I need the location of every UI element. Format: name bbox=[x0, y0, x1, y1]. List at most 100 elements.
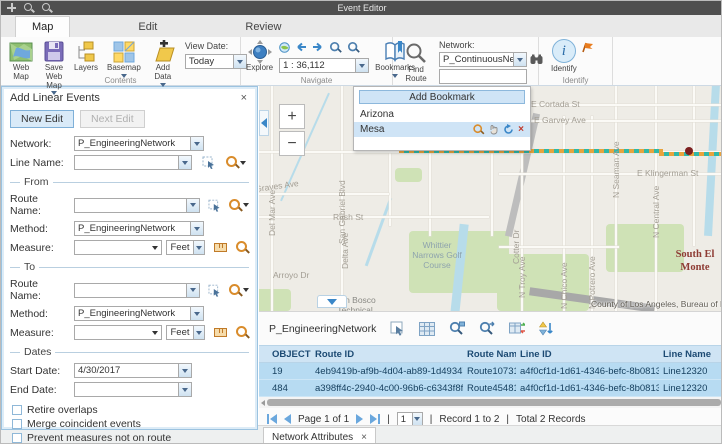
previous-page-button[interactable] bbox=[284, 414, 291, 424]
next-extent-icon[interactable] bbox=[312, 42, 324, 52]
flag-icon[interactable] bbox=[581, 41, 594, 53]
from-measure-spinner[interactable] bbox=[152, 246, 158, 250]
from-method-arrow[interactable] bbox=[190, 222, 203, 235]
end-date-arrow[interactable] bbox=[178, 383, 191, 396]
end-date-field[interactable] bbox=[74, 382, 192, 397]
tab-map[interactable]: Map bbox=[15, 16, 70, 37]
delete-bookmark-icon[interactable]: × bbox=[518, 124, 524, 135]
line-zoom-icon[interactable] bbox=[226, 156, 239, 169]
line-name-arrow[interactable] bbox=[178, 156, 191, 169]
select-route-on-map-icon[interactable] bbox=[208, 199, 222, 212]
network-dropdown-arrow[interactable] bbox=[513, 53, 526, 66]
related-records-icon[interactable] bbox=[509, 321, 525, 336]
from-method-field[interactable]: P_EngineeringNetwork bbox=[74, 221, 204, 236]
start-date-arrow[interactable] bbox=[178, 364, 191, 377]
select-features-icon[interactable] bbox=[390, 321, 405, 336]
line-name-field[interactable] bbox=[74, 155, 192, 170]
ribbon-zoom-out-icon[interactable] bbox=[348, 41, 359, 52]
panel-close-icon[interactable]: × bbox=[241, 92, 249, 104]
to-unit-arrow[interactable] bbox=[193, 326, 204, 339]
basemap-button[interactable]: Basemap bbox=[107, 40, 141, 78]
explore-button[interactable]: Explore bbox=[246, 40, 273, 78]
identify-button[interactable]: i Identify bbox=[551, 39, 577, 74]
column-header[interactable]: Line ID bbox=[516, 346, 659, 362]
from-route-zoom-icon[interactable] bbox=[229, 199, 242, 212]
first-page-button[interactable] bbox=[267, 414, 277, 424]
to-route-name-field[interactable] bbox=[74, 283, 200, 298]
map-zoom-out-button[interactable]: − bbox=[279, 131, 305, 156]
add-bookmark-button[interactable]: Add Bookmark bbox=[359, 90, 525, 104]
tab-network-attributes[interactable]: Network Attributes × bbox=[263, 427, 376, 444]
route-search-input[interactable] bbox=[439, 69, 527, 84]
table-row[interactable]: 19 4eb9419b-af9b-4d04-ab89-1d493476802b … bbox=[259, 363, 722, 380]
scroll-left-icon[interactable] bbox=[261, 400, 265, 406]
pan-to-selection-icon[interactable] bbox=[479, 321, 495, 336]
network-field[interactable]: P_EngineeringNetwork bbox=[74, 136, 204, 151]
line-zoom-menu-arrow[interactable] bbox=[240, 161, 246, 165]
to-measure-field[interactable] bbox=[74, 325, 162, 340]
to-measure-spinner[interactable] bbox=[152, 331, 158, 335]
bookmark-item-arizona[interactable]: Arizona bbox=[354, 107, 530, 122]
merge-coincident-checkbox[interactable] bbox=[12, 419, 22, 429]
table-icon[interactable] bbox=[419, 322, 435, 336]
page-select[interactable]: 1 bbox=[397, 412, 423, 426]
sort-icon[interactable] bbox=[539, 321, 554, 336]
save-web-map-button[interactable]: Save Web Map bbox=[43, 40, 65, 95]
tab-review[interactable]: Review bbox=[229, 17, 297, 37]
next-edit-button[interactable]: Next Edit bbox=[80, 110, 145, 128]
collapse-panel-arrow[interactable] bbox=[259, 110, 269, 136]
network-select[interactable]: P_ContinuousNetwork bbox=[439, 52, 527, 67]
from-unit-arrow[interactable] bbox=[193, 241, 204, 254]
scrollbar-thumb[interactable] bbox=[267, 399, 721, 406]
to-route-zoom-icon[interactable] bbox=[229, 284, 242, 297]
from-measure-zoom-icon[interactable] bbox=[236, 241, 249, 254]
prevent-measures-checkbox[interactable] bbox=[12, 433, 22, 443]
to-method-arrow[interactable] bbox=[190, 307, 203, 320]
find-route-button[interactable]: Find Route bbox=[401, 39, 431, 84]
column-header[interactable]: Line Name bbox=[659, 346, 722, 362]
zoom-to-selection-icon[interactable] bbox=[449, 321, 465, 336]
next-page-button[interactable] bbox=[356, 414, 363, 424]
layers-button[interactable]: Layers bbox=[74, 40, 98, 73]
scale-select[interactable]: 1 : 36,112 bbox=[279, 58, 369, 73]
update-bookmark-icon[interactable] bbox=[503, 124, 514, 135]
to-measure-zoom-icon[interactable] bbox=[236, 326, 249, 339]
to-route-zoom-menu-arrow[interactable] bbox=[243, 288, 249, 292]
close-tab-icon[interactable]: × bbox=[361, 432, 367, 443]
retire-overlaps-checkbox[interactable] bbox=[12, 405, 22, 415]
to-measure-unit-field[interactable]: Feet bbox=[166, 325, 205, 340]
table-horizontal-scrollbar[interactable] bbox=[259, 397, 722, 408]
full-extent-icon[interactable] bbox=[279, 42, 290, 53]
last-page-button[interactable] bbox=[370, 414, 380, 424]
select-line-on-map-icon[interactable] bbox=[202, 156, 216, 169]
scale-dropdown-arrow[interactable] bbox=[355, 59, 368, 72]
tab-edit[interactable]: Edit bbox=[122, 17, 173, 37]
map-zoom-in-button[interactable]: + bbox=[279, 104, 305, 129]
view-date-select[interactable]: Today bbox=[185, 54, 247, 69]
from-measure-on-map-icon[interactable] bbox=[214, 243, 227, 252]
ribbon-zoom-in-icon[interactable] bbox=[330, 41, 341, 52]
to-measure-on-map-icon[interactable] bbox=[214, 328, 227, 337]
pan-to-bookmark-icon[interactable] bbox=[489, 124, 499, 135]
from-route-name-arrow[interactable] bbox=[186, 199, 199, 212]
collapse-table-arrow[interactable] bbox=[317, 295, 347, 308]
network-field-arrow[interactable] bbox=[190, 137, 203, 150]
from-measure-field[interactable] bbox=[74, 240, 162, 255]
column-header[interactable]: OBJECTID bbox=[259, 346, 311, 362]
save-web-map-menu-arrow[interactable] bbox=[51, 91, 57, 95]
to-method-field[interactable]: P_EngineeringNetwork bbox=[74, 306, 204, 321]
from-route-name-field[interactable] bbox=[74, 198, 200, 213]
column-header[interactable]: Route Name bbox=[463, 346, 516, 362]
zoom-to-bookmark-icon[interactable] bbox=[473, 124, 483, 134]
from-measure-unit-field[interactable]: Feet bbox=[166, 240, 205, 255]
new-edit-button[interactable]: New Edit bbox=[10, 110, 74, 128]
previous-extent-icon[interactable] bbox=[295, 42, 307, 52]
start-date-field[interactable]: 4/30/2017 bbox=[74, 363, 192, 378]
select-route-on-map-icon[interactable] bbox=[208, 284, 222, 297]
page-select-arrow[interactable] bbox=[412, 413, 422, 425]
from-route-zoom-menu-arrow[interactable] bbox=[243, 203, 249, 207]
column-header[interactable]: Route ID bbox=[311, 346, 463, 362]
table-row[interactable]: 484 a398ff4c-2940-4c00-96b6-c6343f8f1711… bbox=[259, 380, 722, 397]
to-route-name-arrow[interactable] bbox=[186, 284, 199, 297]
bookmark-item-mesa[interactable]: Mesa × bbox=[354, 122, 530, 137]
